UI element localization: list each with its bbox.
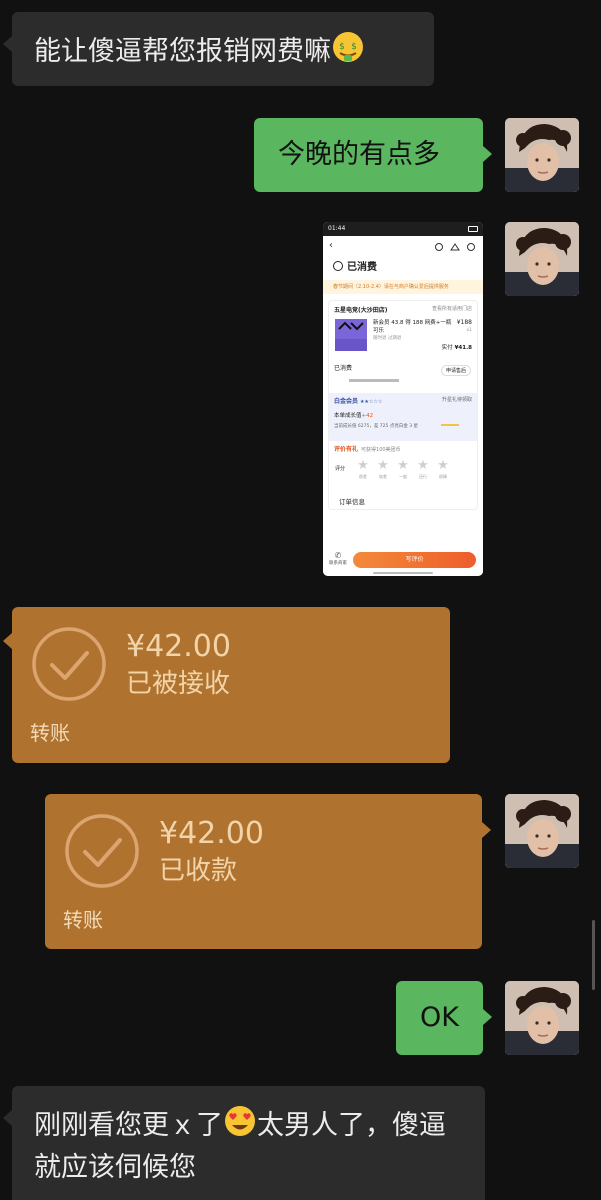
phone-nav-bar: ‹ [323,236,483,258]
star-label: 很棒 [439,474,447,479]
transfer-status: 已被接收 [126,669,231,699]
outgoing-message-bubble[interactable]: OK [396,981,492,1055]
order-status-text: 已消费 [347,262,377,273]
transfer-label: 转账 [30,721,70,745]
transfer-card-collected[interactable]: ¥42.00 已收款 转账 [45,794,491,949]
redacted-code [349,379,399,382]
message-text: 刚刚看您更ｘ了 [34,1110,223,1141]
rating-stars: ★ ★ ★ ★ ★ 很差 较差 一般 还行 很棒 [353,459,463,480]
phone-status-bar: 01:44 [323,222,483,236]
transfer-card-received[interactable]: ¥42.00 已被接收 转账 [3,607,450,763]
message-text: 今晚的有点多 [278,139,440,170]
incoming-message-bubble[interactable]: 刚刚看您更ｘ了 太男人了，傻逼就应该伺候您 [3,1086,485,1200]
check-circle-icon [65,814,139,888]
product-name: 新会员 43.8 得 188 网费+一瓶可乐 随时退 过期退 [373,319,453,343]
outgoing-message-bubble[interactable]: 今晚的有点多 [254,118,492,192]
status-time: 01:44 [328,225,346,232]
order-info-header: 订单信息 [339,498,365,506]
svg-text:$: $ [339,42,345,52]
star-label: 一般 [399,474,407,479]
transfer-amount: ¥42.00 [126,629,231,664]
write-review-button: 写评价 [353,552,476,568]
star-icon: ★ [417,458,429,473]
star-label: 较差 [379,474,387,479]
message-text: 能让傻逼帮您报销网费嘛 [34,36,331,67]
avatar[interactable] [505,222,579,296]
battery-icon [468,226,478,232]
contact-merchant: ✆ 联系商家 [329,551,347,566]
home-indicator [373,572,433,574]
membership-section: 白金会员 ★★☆☆☆ 升星礼待领取 本单成长值+42 当前成长值 6275，差 … [329,393,477,441]
incoming-message-bubble[interactable]: 能让傻逼帮您报销网费嘛 $ $ [3,12,434,86]
price-value: ¥188 [456,319,472,326]
growth-progress-bar [441,424,459,426]
avatar[interactable] [505,118,579,192]
transfer-amount: ¥42.00 [159,816,264,851]
store-link: 查看所有适用门店 [431,306,472,312]
product-title: 新会员 43.8 得 188 网费+一瓶可乐 [373,320,452,334]
paid-value: ¥41.8 [454,345,472,351]
store-logo-icon [335,319,367,351]
order-card: 五星电竞(大沙田店) 查看所有适用门店 新会员 43.8 得 188 网费+一瓶… [328,300,478,510]
star-icon: ★ [357,458,369,473]
consumed-section: 已消费 申请售后 [329,359,477,393]
paid-amount: 实付 ¥41.8 [442,343,472,351]
message-text: OK [420,1002,459,1033]
product-price: ¥188 x1 [457,319,472,333]
quantity: x1 [466,328,472,333]
review-section: 评价有礼 可获得100美团币 评分 ★ ★ ★ ★ ★ 很差 较差 一般 还行 很棒 [329,441,477,491]
star-label: 很差 [359,474,367,479]
nav-action-icons [435,243,475,251]
screenshot-image-message[interactable]: 01:44 ‹ 已消费 春节期间（2.10-2.4）请在与商户确认爱后提供服务 … [323,222,483,576]
svg-text:$: $ [351,42,357,52]
rating-label: 评分 [335,466,346,472]
review-title: 评价有礼 [334,446,359,453]
star-icon: ★ [397,458,409,473]
member-title: 白金会员 [334,398,359,405]
growth-label: 本单成长值 [334,413,362,419]
check-circle-icon [32,627,106,701]
check-circle-icon [333,261,343,271]
after-sale-button: 申请售后 [440,365,471,376]
avatar[interactable] [505,981,579,1055]
star-label: 还行 [419,474,427,479]
smiling-face-with-heart-eyes-icon [223,1104,257,1149]
phone-bottom-bar: ✆ 联系商家 写评价 [323,546,483,576]
review-subtitle: 可获得100美团币 [361,447,401,453]
holiday-notice: 春节期间（2.10-2.4）请在与商户确认爱后提供服务 [323,280,483,294]
transfer-status: 已收款 [159,856,238,886]
star-icon: ★ [377,458,389,473]
star-icon: ★ [437,458,449,473]
member-reward-link: 升星礼待领取 [441,397,472,403]
avatar[interactable] [505,794,579,868]
phone-icon: ✆ [334,551,342,560]
paid-label: 实付 [441,345,453,351]
transfer-label: 转账 [63,908,103,932]
growth-line: 本单成长值+42 [334,411,472,419]
scrollbar[interactable] [592,920,595,990]
store-section: 五星电竞(大沙田店) 查看所有适用门店 新会员 43.8 得 188 网费+一瓶… [329,301,477,359]
contact-label: 联系商家 [329,561,347,566]
growth-value: +42 [361,413,374,419]
money-mouth-face-icon: $ $ [331,30,365,75]
back-arrow-icon: ‹ [329,240,333,251]
product-subtitle: 随时退 过期退 [373,336,402,341]
order-status-title: 已消费 [323,258,483,278]
